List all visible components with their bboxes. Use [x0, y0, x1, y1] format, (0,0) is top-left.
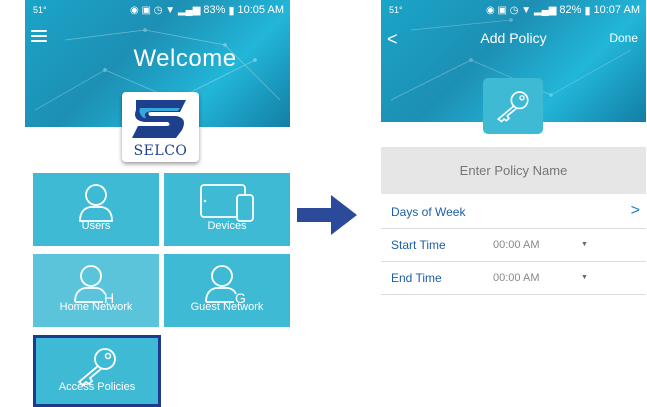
temperature: 51°: [389, 5, 403, 15]
back-button[interactable]: <: [387, 29, 398, 50]
tile-access-policies[interactable]: Access Policies: [33, 335, 161, 407]
user-icon: [79, 184, 113, 222]
selco-logo: SELCO: [122, 92, 199, 162]
left-phone-screen: 51° ◉ ▣ ◷ ▼ ▂▄▆ 83% ▮ 10:05 AM Welcome S…: [25, 0, 290, 407]
user-g-icon: G: [205, 265, 246, 304]
end-time-row[interactable]: End Time 00:00 AM ▼: [381, 262, 646, 295]
user-h-icon: H: [74, 265, 114, 304]
key-icon: [496, 91, 529, 123]
dropdown-caret-icon[interactable]: ▼: [581, 241, 588, 248]
tile-label: Home Network: [59, 301, 133, 313]
end-time-select[interactable]: 00:00 AM: [493, 272, 539, 284]
battery-percent: 83%: [203, 4, 226, 16]
clock: 10:07 AM: [593, 4, 640, 16]
tile-label: Users: [81, 220, 111, 232]
s-logo-icon: [132, 100, 186, 138]
start-time-select[interactable]: 00:00 AM: [493, 239, 539, 251]
tile-guest-network[interactable]: G Guest Network: [164, 254, 290, 327]
clock: 10:05 AM: [237, 4, 284, 16]
done-button[interactable]: Done: [609, 31, 638, 45]
hamburger-icon[interactable]: [31, 30, 47, 42]
start-time-row[interactable]: Start Time 00:00 AM ▼: [381, 229, 646, 262]
status-bar: 51° ◉ ▣ ◷ ▼ ▂▄▆ 83% ▮ 10:05 AM: [25, 0, 290, 20]
chevron-right-icon: >: [630, 202, 640, 219]
right-arrow-icon: [297, 195, 357, 235]
tile-label: Devices: [207, 220, 247, 232]
logo-text: SELCO: [133, 143, 188, 159]
tile-devices[interactable]: Devices: [164, 173, 290, 246]
row-label: End Time: [391, 271, 442, 285]
battery-icon: ▮: [584, 4, 591, 17]
tablet-phone-icon: [200, 184, 254, 222]
row-label: Days of Week: [391, 205, 466, 219]
tile-label: Access Policies: [58, 381, 136, 393]
temperature: 51°: [33, 5, 47, 15]
tile-users[interactable]: Users: [33, 173, 159, 246]
policy-name-input[interactable]: [381, 147, 646, 194]
status-bar: 51° ◉ ▣ ◷ ▼ ▂▄▆ 82% ▮ 10:07 AM: [381, 0, 646, 20]
row-label: Start Time: [391, 238, 446, 252]
tile-home-network[interactable]: H Home Network: [33, 254, 159, 327]
battery-percent: 82%: [559, 4, 582, 16]
policy-key-badge: [483, 78, 543, 134]
status-icons: ◉ ▣ ◷ ▼ ▂▄▆: [486, 4, 557, 16]
page-title: Add Policy: [480, 30, 547, 46]
key-icon: [77, 348, 116, 386]
battery-icon: ▮: [228, 4, 235, 17]
page-title: Welcome: [133, 45, 237, 72]
dropdown-caret-icon[interactable]: ▼: [581, 274, 588, 281]
days-of-week-row[interactable]: Days of Week >: [381, 196, 646, 229]
tile-label: Guest Network: [190, 301, 264, 313]
right-phone-screen: 51° ◉ ▣ ◷ ▼ ▂▄▆ 82% ▮ 10:07 AM < Add Pol…: [381, 0, 646, 407]
status-icons: ◉ ▣ ◷ ▼ ▂▄▆: [130, 4, 201, 16]
